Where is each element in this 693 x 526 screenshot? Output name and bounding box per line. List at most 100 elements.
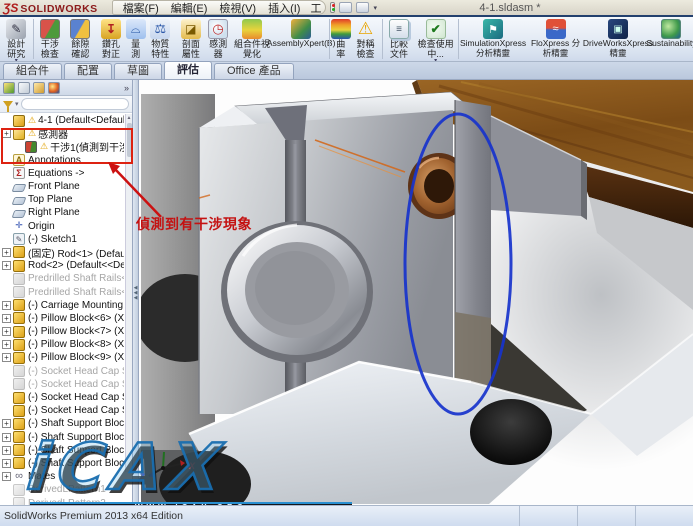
tree-row-26[interactable]: + (-) Shaft Support Block<1 (2, 457, 124, 470)
toolbar-sensor-button[interactable]: 感測器 (206, 19, 230, 59)
tree-item-label: Front Plane (28, 181, 80, 193)
toolbar-section-properties-button[interactable]: 剖面屬性 (176, 19, 207, 59)
warning-icon (28, 128, 36, 139)
tree-row-23[interactable]: + (-) Shaft Support Block<5 (2, 417, 124, 430)
expand-icon[interactable]: + (2, 261, 11, 271)
expand-icon[interactable]: + (2, 432, 11, 442)
commandmanager-tabs: 組合件 配置 草圖 評估 Office 產品 (0, 61, 693, 80)
expand-icon[interactable]: + (2, 419, 11, 429)
expand-icon[interactable]: + (2, 472, 11, 482)
tree-scrollbar[interactable]: ▲ (125, 114, 132, 472)
stoplight-icon[interactable] (330, 2, 336, 13)
toolbar-compare-documents-button[interactable]: 比較文件 (384, 19, 415, 59)
overflow-chevron-icon[interactable]: » (124, 83, 129, 93)
tree-row-13[interactable]: Predrilled Shaft Rails<2> (2, 285, 124, 299)
tree-row-22[interactable]: (-) Socket Head Cap Scre (2, 404, 124, 417)
tree-row-2[interactable]: 干涉1(偵測到干涉) (2, 140, 124, 154)
expand-icon[interactable]: + (2, 445, 11, 455)
expand-icon[interactable]: + (2, 353, 11, 363)
toolbar-floxpress-button[interactable]: FloXpress 分析精靈 (526, 19, 585, 58)
tree-row-4[interactable]: Equations -> (2, 167, 124, 180)
tree-row-3[interactable]: Annotations (2, 154, 124, 167)
toolbar-design-study-button[interactable]: 設計研究▾ (1, 19, 32, 61)
toolbar-label: FloXpress 分析精靈 (530, 38, 581, 58)
expand-icon[interactable]: + (2, 129, 11, 139)
tree-row-8[interactable]: Origin (2, 220, 124, 233)
tab-草圖[interactable]: 草圖 (114, 63, 162, 79)
toolbar-simulationxpress-button[interactable]: SimulationXpress 分析精靈 (460, 19, 526, 58)
tree-row-6[interactable]: Top Plane (2, 193, 124, 206)
scrollbar-thumb[interactable] (127, 123, 132, 157)
expand-icon[interactable]: + (2, 327, 11, 337)
toolbar-driveworksxpress-button[interactable]: DriveWorksXpress 精靈 (583, 19, 653, 58)
tree-row-24[interactable]: + (-) Shaft Support Block<9 (2, 431, 124, 444)
tree-row-10[interactable]: + (固定) Rod<1> (Default< (2, 246, 124, 259)
tree-row-5[interactable]: Front Plane (2, 180, 124, 193)
tree-row-19[interactable]: (-) Socket Head Cap Scre (2, 365, 124, 378)
tab-組合件[interactable]: 組合件 (3, 63, 62, 79)
tab-評估[interactable]: 評估 (164, 61, 212, 79)
tree-row-28[interactable]: DerivedLPattern1 (2, 483, 124, 496)
expand-icon[interactable]: + (2, 313, 11, 323)
tree-row-17[interactable]: + (-) Pillow Block<8> (XEP- (2, 338, 124, 351)
propertymanager-icon[interactable] (18, 81, 30, 94)
toolbar-clearance-verify-button[interactable]: 餘隙確認 (65, 19, 96, 59)
chevron-down-icon[interactable]: ▾ (373, 4, 377, 12)
tree-row-11[interactable]: + Rod<2> (Default<<Defa (2, 259, 124, 272)
toolbar-symmetry-check-button[interactable]: 對稱檢查 (350, 19, 381, 59)
scene-icon[interactable] (356, 2, 370, 13)
tree-row-27[interactable]: + Mates (2, 470, 124, 483)
tree-row-14[interactable]: + (-) Carriage Mounting Pla (2, 299, 124, 312)
menu-item-2[interactable]: 檢視(V) (213, 0, 262, 16)
tree-row-0[interactable]: 4-1 (Default<Default_Dis (2, 114, 124, 127)
tree-row-29[interactable]: DerivedLPattern2 (2, 496, 124, 505)
tab-Office 產品[interactable]: Office 產品 (214, 63, 294, 79)
design-study-icon (6, 19, 27, 39)
scroll-up-icon[interactable]: ▲ (126, 114, 132, 122)
title-bar: ƷS SOLIDWORKS 檔案(F)編輯(E)檢視(V)插入(I)工具(T) … (0, 0, 693, 17)
solidworks-logo: ƷS SOLIDWORKS (3, 1, 98, 15)
tree-row-9[interactable]: (-) Sketch1 (2, 233, 124, 246)
part-icon (13, 312, 25, 325)
menu-item-0[interactable]: 檔案(F) (117, 0, 165, 16)
part-icon (13, 338, 25, 351)
toolbar-measure-button[interactable]: 量測 (125, 19, 146, 59)
configurationmanager-icon[interactable] (33, 81, 45, 94)
filter-funnel-icon[interactable] (3, 100, 13, 112)
expand-icon[interactable]: + (2, 300, 11, 310)
tree-row-20[interactable]: (-) Socket Head Cap Scre (2, 378, 124, 391)
viewport-3d[interactable]: X Z (138, 80, 693, 517)
featuremanager-icon[interactable] (3, 81, 15, 94)
toolbar-hole-alignment-button[interactable]: 鑽孔對正 (96, 19, 127, 59)
graphics-area[interactable]: X Z (138, 80, 693, 517)
filter-input[interactable] (20, 98, 129, 110)
tab-配置[interactable]: 配置 (64, 63, 112, 79)
tree-row-1[interactable]: + 感測器 (2, 127, 124, 140)
toolbar-label: 對稱檢查 (356, 39, 375, 60)
menu-item-truncated[interactable]: 工具(T) (306, 0, 321, 16)
expand-icon[interactable]: + (2, 458, 11, 468)
tree-row-15[interactable]: + (-) Pillow Block<6> (XEP- (2, 312, 124, 325)
panel-icon[interactable] (339, 2, 353, 13)
toolbar-interference-check-button[interactable]: 干涉檢查 (35, 19, 66, 59)
menu-item-3[interactable]: 插入(I) (262, 0, 306, 16)
tree-row-7[interactable]: Right Plane (2, 206, 124, 219)
tree-row-21[interactable]: (-) Socket Head Cap Scre (2, 391, 124, 404)
toolbar-sustainability-button[interactable]: Sustainability (646, 19, 693, 49)
tree-row-18[interactable]: + (-) Pillow Block<9> (XEP- (2, 351, 124, 364)
warning-icon (28, 115, 36, 126)
tree-row-12[interactable]: Predrilled Shaft Rails<1> (2, 272, 124, 285)
tree-row-16[interactable]: + (-) Pillow Block<7> (XEP- (2, 325, 124, 338)
tree-row-25[interactable]: + (-) Shaft Support Block<1 (2, 444, 124, 457)
menu-item-1[interactable]: 編輯(E) (165, 0, 214, 16)
toolbar-curvature-button[interactable]: 曲率 (330, 19, 351, 59)
chevron-down-icon[interactable]: ▾ (15, 100, 19, 108)
compare-documents-icon (389, 19, 410, 39)
plane-icon (11, 209, 27, 218)
toolbar-assemblyxpert-button[interactable]: AssemblyXpert(B) (267, 19, 335, 49)
toolbar-mass-properties-button[interactable]: 物質特性 (145, 19, 176, 59)
expand-icon[interactable]: + (2, 247, 11, 257)
displaymanager-icon[interactable] (48, 81, 60, 94)
toolbar-check-active-button[interactable]: 檢查使用中...▾ (414, 19, 457, 61)
expand-icon[interactable]: + (2, 340, 11, 350)
